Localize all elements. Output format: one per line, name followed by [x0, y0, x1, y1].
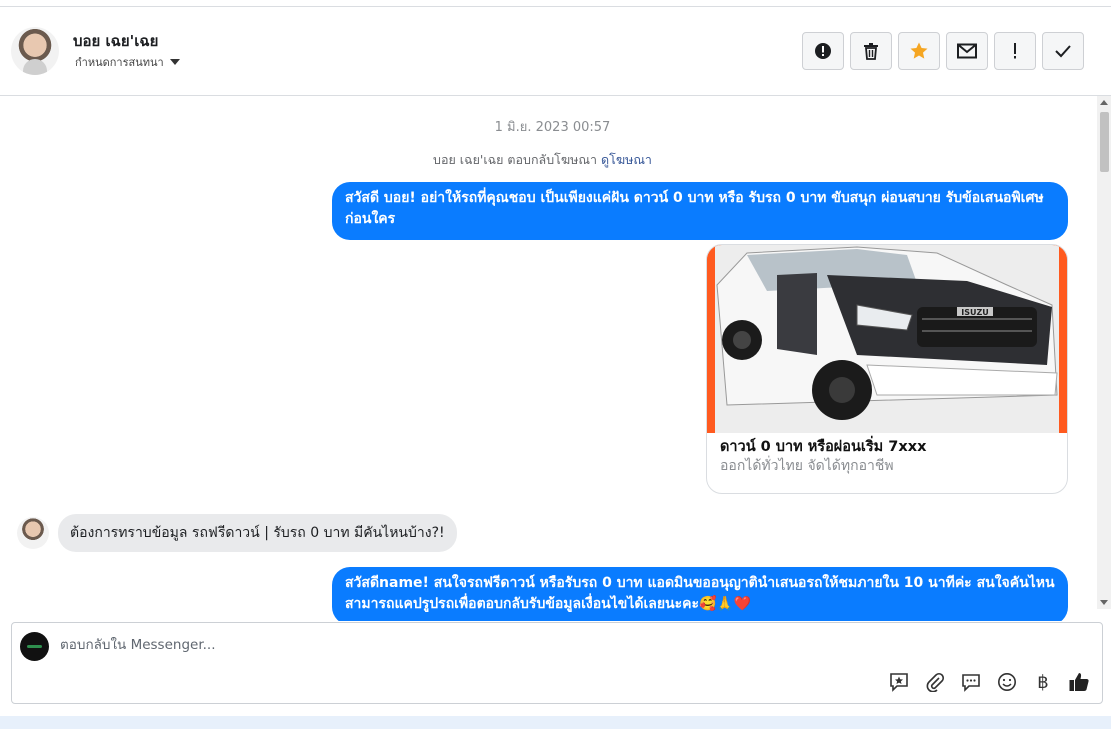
message-thread[interactable]: 1 มิ.ย. 2023 00:57 บอย เฉย'เฉย ตอบกลับโฆ…	[0, 96, 1097, 621]
chat-scrollbar[interactable]	[1097, 96, 1111, 609]
check-icon	[1055, 45, 1071, 58]
emoji-icon	[998, 673, 1016, 691]
ad-card[interactable]: ISUZU ดาวน์ 0 บาท หรือผ่อนเริ่ม 7xxx ออก…	[706, 244, 1068, 494]
star-button[interactable]	[898, 32, 940, 70]
emoji-button[interactable]	[996, 671, 1018, 693]
pickup-truck-image: ISUZU	[707, 245, 1067, 433]
mark-unread-button[interactable]	[946, 32, 988, 70]
incoming-message[interactable]: ต้องการทราบข้อมูล รถฟรีดาวน์ | รับรถ 0 บ…	[58, 514, 457, 552]
reply-input[interactable]	[60, 637, 860, 653]
reply-composer: ฿	[11, 622, 1103, 704]
scroll-up-arrow[interactable]	[1100, 100, 1108, 105]
ad-card-image[interactable]: ISUZU	[707, 245, 1067, 433]
outgoing-message-2[interactable]: สวัสดีname! สนใจรถฟรีดาวน์ หรือรับรถ 0 บ…	[332, 567, 1068, 621]
like-button[interactable]	[1068, 671, 1090, 693]
saved-reply-icon	[890, 673, 908, 692]
envelope-icon	[957, 43, 977, 59]
ad-reply-notice: บอย เฉย'เฉย ตอบกลับโฆษณา ดูโฆษณา	[0, 150, 1085, 170]
done-button[interactable]	[1042, 32, 1084, 70]
footer-band	[0, 716, 1111, 729]
payment-button[interactable]: ฿	[1032, 671, 1054, 693]
incoming-message-row: ต้องการทราบข้อมูล รถฟรีดาวน์ | รับรถ 0 บ…	[17, 514, 457, 552]
attachment-icon	[926, 672, 945, 692]
contact-avatar[interactable]	[11, 27, 59, 75]
ad-card-subtitle: ออกได้ทั่วไทย จัดได้ทุกอาชีพ	[720, 458, 894, 474]
card-brand: ISUZU	[961, 308, 989, 317]
attachment-button[interactable]	[924, 671, 946, 693]
message-timestamp: 1 มิ.ย. 2023 00:57	[494, 120, 611, 135]
ad-reply-text: บอย เฉย'เฉย ตอบกลับโฆษณา	[433, 152, 597, 167]
assign-conversation-dropdown[interactable]: กำหนดการสนทนา	[75, 53, 180, 71]
outgoing-message[interactable]: สวัสดี บอย! อย่าให้รถที่คุณชอบ เป็นเพียง…	[332, 182, 1068, 240]
delete-button[interactable]	[850, 32, 892, 70]
exclamation-icon	[1014, 43, 1016, 59]
star-icon	[910, 42, 928, 59]
trash-icon	[864, 43, 878, 60]
important-button[interactable]	[994, 32, 1036, 70]
view-ad-link[interactable]: ดูโฆษณา	[601, 152, 652, 167]
header-actions	[802, 32, 1084, 70]
thumbs-up-icon	[1069, 673, 1089, 691]
contact-name[interactable]: บอย เฉย'เฉย	[73, 29, 158, 53]
scrollbar-thumb[interactable]	[1100, 112, 1109, 172]
scroll-down-arrow[interactable]	[1100, 600, 1108, 605]
baht-icon: ฿	[1037, 671, 1049, 693]
assign-label: กำหนดการสนทนา	[75, 56, 164, 69]
contact-avatar-small[interactable]	[17, 517, 49, 549]
composer-tools: ฿	[888, 671, 1090, 693]
caret-down-icon	[169, 59, 180, 65]
alert-circle-icon	[815, 43, 831, 59]
conversation-header: บอย เฉย'เฉย กำหนดการสนทนา	[0, 7, 1111, 96]
saved-reply-button[interactable]	[888, 671, 910, 693]
chat-bubble-icon	[962, 674, 980, 692]
quick-reply-button[interactable]	[960, 671, 982, 693]
report-button[interactable]	[802, 32, 844, 70]
page-avatar	[20, 632, 49, 661]
